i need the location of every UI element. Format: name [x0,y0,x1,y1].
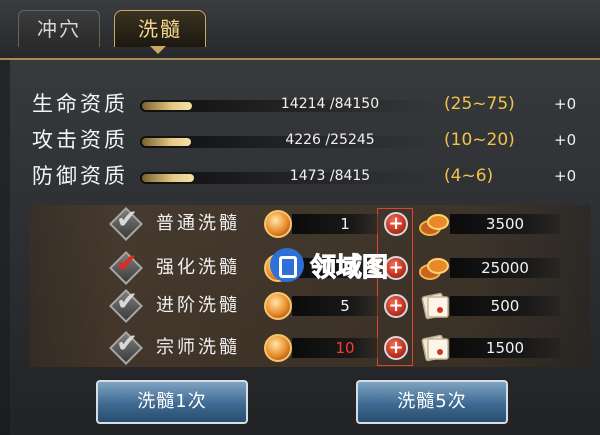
option-cost: 1500 [485,339,525,357]
check-icon: ✔ [116,329,138,359]
stat-label: 生命资质 [32,92,128,116]
check-icon: ✔ [116,287,138,317]
option-count: 10 [335,339,355,357]
tab-xisui[interactable]: 洗髓 [114,10,206,47]
check-icon: ✔ [116,205,138,235]
gold-coins-icon [419,258,449,280]
game-window: 冲穴 洗髓 生命资质 14214 /84150 (25~75) +0 攻击资质 … [0,0,600,435]
watermark-text: 领域图 [309,252,389,283]
wash-once-button[interactable]: 洗髓1次 [96,380,248,424]
option-label: 进阶洗髓 [156,295,240,316]
stat-label: 攻击资质 [32,128,128,152]
stat-bonus: +0 [554,167,577,185]
option-cost: 3500 [485,215,525,233]
option-label: 宗师洗髓 [156,337,240,358]
stat-label: 防御资质 [32,164,128,188]
tab-chongxue[interactable]: 冲穴 [18,10,100,47]
stat-row-defense: 防御资质 1473 /8415 (4~6) +0 [20,158,600,194]
stat-row-attack: 攻击资质 4226 /25245 (10~20) +0 [20,122,600,158]
option-row-normal: ✔ 普通洗髓 1 + 3500 [0,202,600,246]
watermark-logo-icon [270,248,304,282]
copper-coin-icon [264,210,292,238]
stat-value: 1473 /8415 [289,168,371,184]
stat-progress-fill [142,102,193,110]
stat-value: 4226 /25245 [285,132,375,148]
stat-progress-fill [142,138,192,146]
copper-coin-icon [264,334,292,362]
stat-range: (25~75) [444,94,515,114]
plus-button[interactable]: + [384,294,408,318]
stat-value: 14214 /84150 [280,96,380,112]
active-tab-indicator [150,46,166,54]
option-row-advanced: ✔ 进阶洗髓 5 + 500 [0,284,600,328]
option-row-master: ✔ 宗师洗髓 10 + 1500 [0,326,600,370]
gold-coins-icon [419,214,449,236]
stat-bonus: +0 [554,95,577,113]
stat-progress-fill [142,174,194,182]
stat-bonus: +0 [554,131,577,149]
stat-row-health: 生命资质 14214 /84150 (25~75) +0 [20,86,600,122]
plus-button[interactable]: + [384,212,408,236]
scroll-icon [421,334,449,362]
scroll-icon [421,292,449,320]
option-label: 普通洗髓 [156,213,240,234]
option-cost: 500 [490,297,520,315]
wash-five-button[interactable]: 洗髓5次 [356,380,508,424]
option-count: 5 [340,297,350,315]
check-icon: ✔ [116,249,138,279]
watermark: 领域图 [270,246,389,284]
copper-coin-icon [264,292,292,320]
stat-range: (10~20) [444,130,515,150]
option-count: 1 [340,215,350,233]
plus-button[interactable]: + [384,336,408,360]
tab-strip: 冲穴 洗髓 [0,0,600,60]
stat-range: (4~6) [444,166,494,186]
